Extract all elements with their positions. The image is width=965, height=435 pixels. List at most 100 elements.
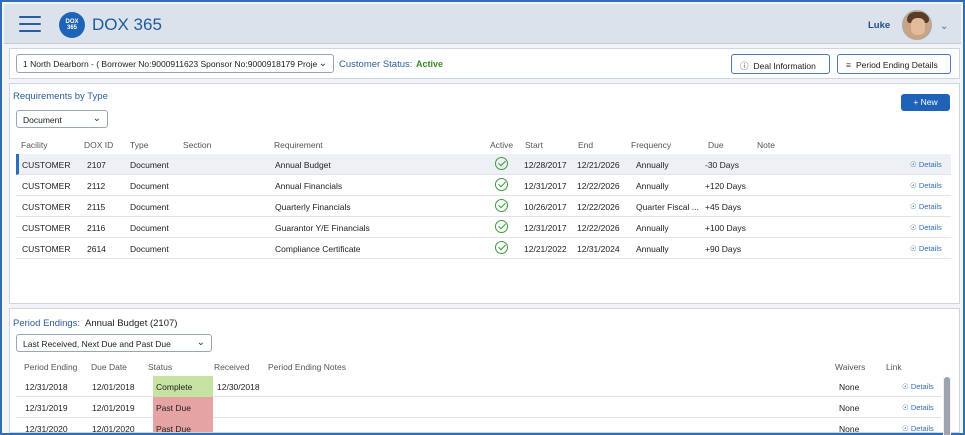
user-avatar[interactable]	[902, 10, 932, 40]
cell-facility: CUSTOMER	[22, 223, 71, 233]
details-link[interactable]: ☉ Details	[910, 202, 942, 211]
period-ending-details-button[interactable]: ≡ Period Ending Details	[837, 54, 951, 74]
details-link[interactable]: ☉ Details	[910, 181, 942, 190]
new-button[interactable]: + New	[901, 94, 950, 111]
col-due-date[interactable]: Due Date	[91, 362, 127, 372]
type-filter-select[interactable]: Document ⌄	[16, 110, 108, 128]
loan-bar: 1 North Dearborn - ( Borrower No:9000911…	[9, 48, 960, 79]
col-period-ending[interactable]: Period Ending	[24, 362, 77, 372]
col-active[interactable]: Active	[490, 140, 513, 150]
col-note[interactable]: Note	[757, 140, 775, 150]
details-label: Details	[910, 424, 934, 432]
status-badge: Past Due	[153, 418, 213, 432]
details-link[interactable]: ☉ Details	[902, 382, 934, 391]
period-filter-select[interactable]: Last Received, Next Due and Past Due ⌄	[16, 334, 212, 352]
chevron-down-icon[interactable]: ⌄	[940, 21, 948, 32]
cell-frequency: Quarter Fiscal ...	[636, 202, 699, 212]
cell-type: Document	[130, 244, 169, 254]
table-row[interactable]: CUSTOMER 2107 Document Annual Budget 12/…	[16, 154, 951, 175]
table-row[interactable]: CUSTOMER 2115 Document Quarterly Financi…	[16, 196, 951, 217]
cell-waivers: None	[839, 382, 860, 392]
cell-end: 12/22/2026	[577, 223, 620, 233]
table-row[interactable]: 12/31/2020 12/01/2020 Past Due None ☉ De…	[16, 418, 942, 432]
borrower-select[interactable]: 1 North Dearborn - ( Borrower No:9000911…	[16, 54, 334, 73]
chevron-down-icon: ⌄	[196, 337, 205, 348]
cell-frequency: Annually	[636, 223, 669, 233]
requirements-panel: Requirements by Type Document ⌄ + New Fa…	[9, 83, 960, 304]
details-label: Details	[918, 244, 942, 253]
type-filter-value: Document	[23, 115, 62, 125]
cell-requirement: Guarantor Y/E Financials	[275, 223, 370, 233]
chevron-down-icon: ⌄	[92, 113, 101, 124]
cell-due: +45 Days	[705, 202, 742, 212]
eye-icon: ☉	[902, 403, 909, 412]
customer-status-label: Customer Status:	[339, 59, 413, 70]
col-requirement[interactable]: Requirement	[274, 140, 323, 150]
col-dox-id[interactable]: DOX ID	[84, 140, 113, 150]
cell-due: +100 Days	[705, 223, 746, 233]
cell-dox-id: 2614	[87, 244, 106, 254]
hamburger-menu-icon[interactable]	[19, 16, 41, 32]
details-link[interactable]: ☉ Details	[910, 160, 942, 169]
col-type[interactable]: Type	[130, 140, 148, 150]
period-ending-details-label: Period Ending Details	[855, 60, 938, 70]
cell-requirement: Compliance Certificate	[275, 244, 361, 254]
table-row[interactable]: CUSTOMER 2116 Document Guarantor Y/E Fin…	[16, 217, 951, 238]
details-link[interactable]: ☉ Details	[902, 424, 934, 432]
eye-icon: ☉	[910, 244, 917, 253]
details-link[interactable]: ☉ Details	[910, 223, 942, 232]
plus-icon: +	[913, 97, 919, 107]
cell-start: 12/21/2022	[524, 244, 567, 254]
cell-dox-id: 2116	[87, 223, 106, 233]
details-label: Details	[918, 223, 942, 232]
cell-dox-id: 2112	[87, 181, 106, 191]
period-endings-scrollbar[interactable]	[943, 377, 951, 435]
cell-due: +120 Days	[705, 181, 746, 191]
col-waivers[interactable]: Waivers	[835, 362, 865, 372]
status-badge: Past Due	[153, 397, 213, 418]
cell-requirement: Quarterly Financials	[275, 202, 351, 212]
details-label: Details	[910, 382, 934, 391]
period-endings-panel: Period Endings: Annual Budget (2107) Las…	[9, 308, 960, 435]
details-link[interactable]: ☉ Details	[902, 403, 934, 412]
cell-start: 10/26/2017	[524, 202, 567, 212]
eye-icon: ☉	[902, 424, 909, 432]
col-link[interactable]: Link	[886, 362, 902, 372]
table-row[interactable]: CUSTOMER 2112 Document Annual Financials…	[16, 175, 951, 196]
borrower-select-value: 1 North Dearborn - ( Borrower No:9000911…	[23, 59, 318, 69]
user-name[interactable]: Luke	[868, 20, 890, 31]
cell-facility: CUSTOMER	[22, 202, 71, 212]
cell-frequency: Annually	[636, 181, 669, 191]
eye-icon: ☉	[902, 382, 909, 391]
col-status[interactable]: Status	[148, 362, 172, 372]
col-due[interactable]: Due	[708, 140, 724, 150]
col-start[interactable]: Start	[525, 140, 543, 150]
eye-icon: ☉	[910, 160, 917, 169]
details-label: Details	[918, 202, 942, 211]
cell-due-date: 12/01/2020	[92, 424, 135, 432]
cell-received: 12/30/2018	[217, 382, 260, 392]
cell-type: Document	[130, 160, 169, 170]
col-frequency[interactable]: Frequency	[631, 140, 671, 150]
col-period-ending-notes[interactable]: Period Ending Notes	[268, 362, 346, 372]
new-button-label: New	[920, 97, 938, 107]
col-facility[interactable]: Facility	[21, 140, 47, 150]
col-section[interactable]: Section	[183, 140, 211, 150]
cell-due-date: 12/01/2019	[92, 403, 135, 413]
cell-end: 12/22/2026	[577, 181, 620, 191]
cell-dox-id: 2115	[87, 202, 106, 212]
scrollbar-thumb[interactable]	[944, 377, 950, 435]
table-row[interactable]: CUSTOMER 2614 Document Compliance Certif…	[16, 238, 951, 259]
cell-period-ending: 12/31/2020	[25, 424, 68, 432]
cell-type: Document	[130, 181, 169, 191]
status-badge: Complete	[153, 376, 213, 397]
table-row[interactable]: 12/31/2018 12/01/2018 Complete 12/30/201…	[16, 376, 942, 397]
table-row[interactable]: 12/31/2019 12/01/2019 Past Due None ☉ De…	[16, 397, 942, 418]
cell-due: -30 Days	[705, 160, 740, 170]
details-link[interactable]: ☉ Details	[910, 244, 942, 253]
top-bar: DOX 365 DOX 365 Luke ⌄	[4, 4, 961, 44]
deal-information-button[interactable]: ⓘ Deal Information	[731, 54, 830, 74]
col-received[interactable]: Received	[214, 362, 249, 372]
col-end[interactable]: End	[578, 140, 593, 150]
active-check-icon	[495, 178, 508, 191]
